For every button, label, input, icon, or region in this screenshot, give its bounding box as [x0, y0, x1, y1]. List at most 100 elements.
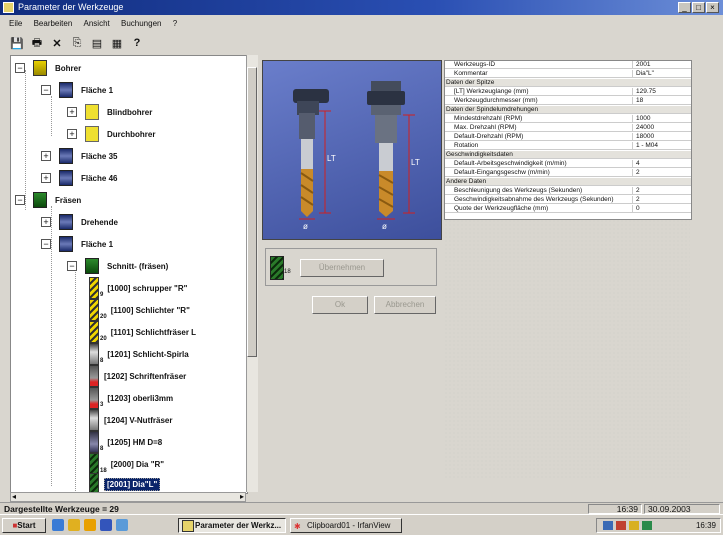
save-icon[interactable]: 💾	[10, 36, 24, 50]
tree-vertical-scrollbar[interactable]	[246, 55, 258, 492]
tool-item[interactable]: 9 [1000] schrupper "R"	[89, 277, 187, 299]
tree-node-durchbohrer[interactable]: + Durchbohrer	[67, 124, 155, 144]
property-value[interactable]: 2001	[633, 61, 650, 68]
task-parameter[interactable]: Parameter der Werkz...	[178, 518, 286, 533]
property-row[interactable]: Default-Arbeitsgeschwindigkeit (m/min) 4	[445, 160, 691, 168]
scrollbar-thumb[interactable]	[247, 67, 257, 357]
property-category[interactable]: Daten der Spindelumdrehungen	[445, 106, 691, 114]
property-value[interactable]: 2	[633, 187, 640, 194]
tray-app-icon[interactable]	[642, 521, 652, 530]
menu-help[interactable]: ?	[173, 19, 177, 28]
property-row[interactable]: [LT] Werkzeuglange (mm) 129.75	[445, 88, 691, 96]
scroll-right-icon[interactable]: ▸	[240, 493, 244, 501]
property-row[interactable]: Quote der Werkzeugfläche (mm) 0	[445, 205, 691, 213]
property-row[interactable]: Max. Drehzahl (RPM) 24000	[445, 124, 691, 132]
tree-node-fraesen[interactable]: − Fräsen	[15, 190, 81, 210]
quick-launch-ie-icon[interactable]	[52, 519, 64, 531]
property-row[interactable]: Geschwindigkeitsabnahme des Werkzeugs (S…	[445, 196, 691, 204]
property-value[interactable]: Dia"L"	[633, 70, 654, 77]
property-value[interactable]: 18	[633, 97, 643, 104]
properties-icon[interactable]: ▦	[110, 36, 124, 50]
tree-node-schnitt[interactable]: − Schnitt- (fräsen)	[67, 256, 168, 276]
tray-antivirus-icon[interactable]	[616, 521, 626, 530]
property-row[interactable]: Rotation 1 - M04	[445, 142, 691, 150]
minimize-button[interactable]: _	[678, 2, 691, 13]
collapse-toggle[interactable]: −	[67, 261, 77, 271]
tool-icon	[89, 321, 99, 343]
property-row[interactable]: Beschleunigung des Werkzeugs (Sekunden) 2	[445, 187, 691, 195]
menu-view[interactable]: Ansicht	[84, 19, 110, 28]
paste-icon[interactable]: ▤	[90, 36, 104, 50]
tool-item[interactable]: [1204] V-Nutfräser	[89, 409, 172, 431]
collapse-toggle[interactable]: −	[41, 239, 51, 249]
tool-item[interactable]: 20 [1100] Schlichter "R"	[89, 299, 190, 321]
tray-clock[interactable]: 16:39	[696, 521, 716, 530]
tree-node-drehende[interactable]: + Drehende	[41, 212, 118, 232]
property-value[interactable]: 129.75	[633, 88, 656, 95]
property-row[interactable]: Kommentar Dia"L"	[445, 70, 691, 78]
quick-launch-desktop-icon[interactable]	[68, 519, 80, 531]
collapse-toggle[interactable]: −	[15, 63, 25, 73]
quick-launch-help-icon[interactable]	[116, 519, 128, 531]
property-row[interactable]: Mindestdrehzahl (RPM) 1000	[445, 115, 691, 123]
property-value[interactable]: 2	[633, 196, 640, 203]
apply-button[interactable]: Übernehmen	[300, 259, 384, 277]
maximize-button[interactable]: □	[692, 2, 705, 13]
start-button[interactable]: ■Start	[2, 518, 46, 533]
property-value[interactable]: 1 - M04	[633, 142, 658, 149]
quick-launch-media-icon[interactable]	[84, 519, 96, 531]
property-value[interactable]: 18000	[633, 133, 654, 140]
category-label: Andere Daten	[446, 178, 487, 185]
property-row[interactable]: Default-Eingangsgeschw (m/min) 2	[445, 169, 691, 177]
property-row[interactable]: Werkzeugdurchmesser (mm) 18	[445, 97, 691, 105]
property-category[interactable]: Andere Daten	[445, 178, 691, 186]
tree-node-bohrer[interactable]: − Bohrer	[15, 58, 81, 78]
expand-toggle[interactable]: +	[41, 151, 51, 161]
tree-node-flaeche-1-fraesen[interactable]: − Fläche 1	[41, 234, 113, 254]
tree-node-flaeche-46[interactable]: + Fläche 46	[41, 168, 117, 188]
property-category[interactable]: Geschwindigkeitsdaten	[445, 151, 691, 159]
tool-tree[interactable]: − Bohrer − Fläche 1 + Blindbohrer + Durc…	[10, 55, 248, 494]
tool-item[interactable]: 20 [1101] Schlichtfräser L	[89, 321, 196, 343]
quick-launch-mail-icon[interactable]	[100, 519, 112, 531]
print-icon[interactable]: 🖶	[30, 36, 44, 50]
property-row[interactable]: Werkzeugs-ID 2001	[445, 61, 691, 69]
property-grid[interactable]: Werkzeugs-ID 2001 Kommentar Dia"L" Daten der…	[444, 60, 692, 220]
tree-node-flaeche-35[interactable]: + Fläche 35	[41, 146, 117, 166]
task-irfanview[interactable]: ✱ Clipboard01 - IrfanView	[290, 518, 402, 533]
property-value[interactable]: 0	[633, 205, 640, 212]
property-value[interactable]: 4	[633, 160, 640, 167]
close-button[interactable]: ×	[706, 2, 719, 13]
tool-item[interactable]: 18 [2000] Dia "R"	[89, 453, 164, 475]
tree-node-blindbohrer[interactable]: + Blindbohrer	[67, 102, 152, 122]
help-icon[interactable]: ?	[130, 36, 144, 50]
property-value[interactable]: 24000	[633, 124, 654, 131]
collapse-toggle[interactable]: −	[41, 85, 51, 95]
expand-toggle[interactable]: +	[67, 107, 77, 117]
property-row[interactable]: Default-Drehzahl (RPM) 18000	[445, 133, 691, 141]
menu-edit[interactable]: Bearbeiten	[34, 19, 73, 28]
tree-node-flaeche-1[interactable]: − Fläche 1	[41, 80, 113, 100]
tool-item[interactable]: 8 [1201] Schlicht-Spirla	[89, 343, 189, 365]
scroll-left-icon[interactable]: ◂	[12, 493, 16, 501]
tool-item[interactable]: 8 [1205] HM D=8	[89, 431, 162, 453]
property-value[interactable]: 1000	[633, 115, 650, 122]
menu-bookings[interactable]: Buchungen	[121, 19, 161, 28]
tool-item-selected[interactable]: [2001] Dia"L"	[89, 473, 161, 493]
tray-volume-icon[interactable]	[629, 521, 639, 530]
tool-item[interactable]: 3 [1203] oberli3mm	[89, 387, 173, 409]
tool-item[interactable]: [1202] Schriftenfräser	[89, 365, 186, 387]
cancel-button[interactable]: Abbrechen	[374, 296, 436, 314]
expand-toggle[interactable]: +	[41, 217, 51, 227]
copy-icon[interactable]: ⎘	[70, 36, 84, 50]
property-category[interactable]: Daten der Spitze	[445, 79, 691, 87]
expand-toggle[interactable]: +	[41, 173, 51, 183]
property-value[interactable]: 2	[633, 169, 640, 176]
delete-icon[interactable]: ✕	[50, 36, 64, 50]
expand-toggle[interactable]: +	[67, 129, 77, 139]
menu-file[interactable]: Eile	[9, 19, 22, 28]
ok-button[interactable]: Ok	[312, 296, 368, 314]
tray-network-icon[interactable]	[603, 521, 613, 530]
collapse-toggle[interactable]: −	[15, 195, 25, 205]
tree-horizontal-scrollbar[interactable]: ◂ ▸	[10, 492, 246, 502]
